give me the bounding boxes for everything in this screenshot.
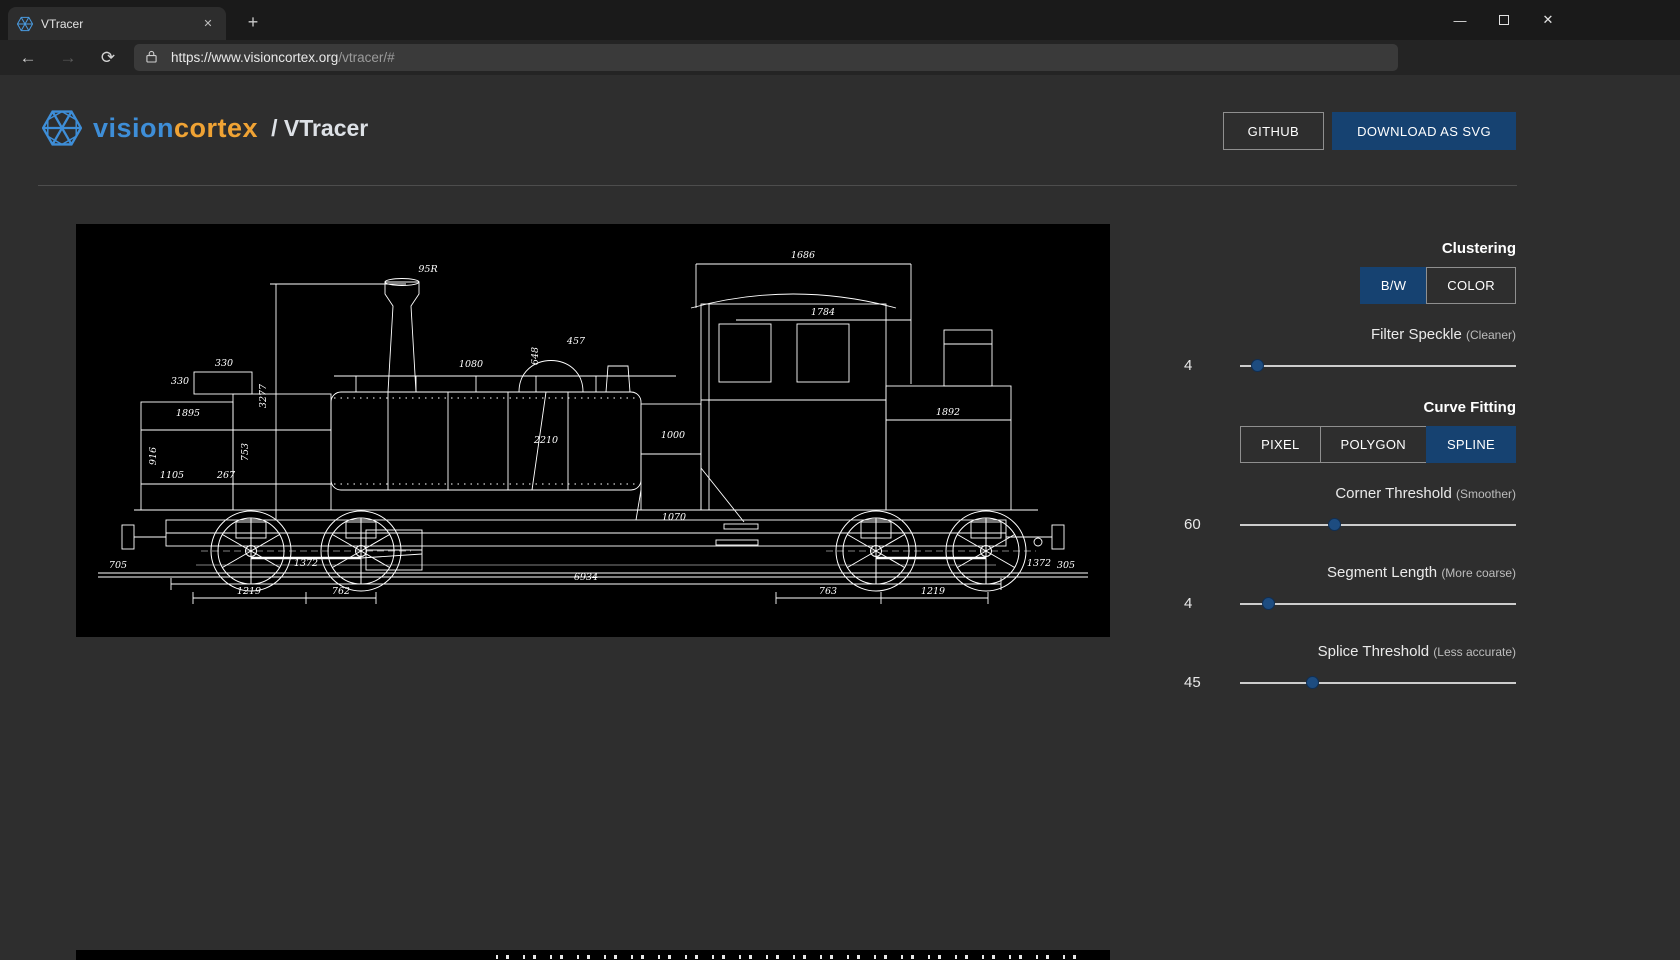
wordmark[interactable]: visioncortex: [93, 113, 258, 144]
segment-length-value: 4: [1184, 595, 1192, 612]
vtracer-page: visioncortex / VTracer GITHUB DOWNLOAD A…: [0, 75, 1680, 960]
clustering-mode-group: B/W COLOR: [1180, 267, 1516, 304]
window-controls: — ✕: [1438, 0, 1570, 40]
github-button[interactable]: GITHUB: [1223, 112, 1325, 150]
header-divider: [38, 185, 1517, 186]
settings-panel: Clustering B/W COLOR Filter Speckle (Cle…: [1180, 240, 1516, 700]
svg-text:763: 763: [819, 586, 837, 597]
splice-threshold-label-text: Splice Threshold: [1318, 643, 1429, 660]
page-title: / VTracer: [271, 115, 368, 142]
corner-threshold-track[interactable]: [1240, 524, 1516, 526]
curve-polygon-button[interactable]: POLYGON: [1320, 426, 1427, 463]
filter-speckle-label-text: Filter Speckle: [1371, 326, 1462, 343]
clustering-bw-button[interactable]: B/W: [1360, 267, 1427, 304]
new-tab-button[interactable]: +: [240, 9, 266, 35]
wordmark-cortex: cortex: [174, 113, 258, 143]
browser-navbar: ← → ⟳ https://www.visioncortex.org/vtrac…: [0, 40, 1680, 75]
svg-text:705: 705: [109, 560, 127, 571]
svg-text:457: 457: [566, 336, 586, 347]
curve-spline-button[interactable]: SPLINE: [1426, 426, 1516, 463]
svg-text:330: 330: [171, 376, 189, 387]
vtracer-favicon-icon: [17, 16, 33, 32]
svg-text:1000: 1000: [661, 430, 685, 441]
url-host: https://www.visioncortex.org: [171, 50, 338, 65]
source-image-canvas[interactable]: 95R 3277 1080 648 457 1686 1784 330 330 1895 916 75…: [76, 224, 1110, 637]
corner-threshold-label-text: Corner Threshold: [1335, 485, 1451, 502]
wordmark-vision: vision: [93, 113, 174, 143]
splice-threshold-value: 45: [1184, 674, 1201, 691]
splice-threshold-label: Splice Threshold (Less accurate): [1180, 643, 1516, 660]
corner-threshold-label: Corner Threshold (Smoother): [1180, 485, 1516, 502]
svg-text:1080: 1080: [459, 359, 483, 370]
svg-text:2210: 2210: [533, 435, 558, 446]
url-bar[interactable]: https://www.visioncortex.org/vtracer/#: [134, 44, 1398, 71]
svg-text:3277: 3277: [258, 383, 269, 408]
segment-length-hint: (More coarse): [1441, 566, 1516, 580]
svg-text:1892: 1892: [936, 407, 960, 418]
url-path: /vtracer/#: [338, 50, 394, 65]
locomotive-blueprint-image: 95R 3277 1080 648 457 1686 1784 330 330 1895 916 75…: [76, 224, 1110, 637]
curve-fitting-title: Curve Fitting: [1180, 399, 1516, 416]
tab-close-icon[interactable]: ✕: [199, 15, 217, 33]
curve-fitting-mode-group: PIXEL POLYGON SPLINE: [1180, 426, 1516, 463]
clustering-title: Clustering: [1180, 240, 1516, 257]
browser-tab-strip: VTracer ✕ + — ✕: [0, 0, 1680, 40]
curve-pixel-button[interactable]: PIXEL: [1240, 426, 1320, 463]
svg-text:762: 762: [332, 586, 350, 597]
refresh-button[interactable]: ⟳: [88, 48, 128, 68]
browser-tab[interactable]: VTracer ✕: [8, 7, 226, 40]
svg-output-preview-partial: [76, 950, 1110, 960]
corner-threshold-thumb[interactable]: [1328, 518, 1341, 531]
svg-text:1219: 1219: [921, 586, 945, 597]
svg-text:1070: 1070: [662, 512, 686, 523]
svg-text:305: 305: [1057, 560, 1075, 571]
close-button[interactable]: ✕: [1526, 0, 1570, 40]
filter-speckle-track[interactable]: [1240, 365, 1516, 367]
svg-text:1372: 1372: [1027, 558, 1051, 569]
visioncortex-logo-icon[interactable]: [42, 108, 82, 148]
corner-threshold-hint: (Smoother): [1456, 487, 1516, 501]
svg-text:1784: 1784: [811, 307, 835, 318]
maximize-icon: [1499, 15, 1509, 25]
filter-speckle-slider: 4: [1180, 349, 1516, 383]
splice-threshold-slider: 45: [1180, 666, 1516, 700]
svg-text:330: 330: [215, 358, 233, 369]
filter-speckle-thumb[interactable]: [1251, 359, 1264, 372]
splice-threshold-hint: (Less accurate): [1433, 645, 1516, 659]
site-header: visioncortex / VTracer: [42, 108, 368, 148]
svg-text:1372: 1372: [294, 558, 318, 569]
svg-text:648: 648: [530, 347, 541, 365]
svg-output-preview-marks: [496, 955, 1086, 959]
filter-speckle-value: 4: [1184, 357, 1192, 374]
splice-threshold-track[interactable]: [1240, 682, 1516, 684]
segment-length-thumb[interactable]: [1262, 597, 1275, 610]
svg-text:1686: 1686: [791, 250, 815, 261]
header-buttons: GITHUB DOWNLOAD AS SVG: [1223, 112, 1516, 150]
corner-threshold-value: 60: [1184, 516, 1201, 533]
svg-text:916: 916: [148, 447, 159, 465]
tab-title: VTracer: [41, 17, 191, 31]
segment-length-slider: 4: [1180, 587, 1516, 621]
svg-text:1219: 1219: [237, 586, 261, 597]
minimize-button[interactable]: —: [1438, 0, 1482, 40]
svg-text:267: 267: [216, 470, 236, 481]
maximize-button[interactable]: [1482, 0, 1526, 40]
filter-speckle-hint: (Cleaner): [1466, 328, 1516, 342]
filter-speckle-label: Filter Speckle (Cleaner): [1180, 326, 1516, 343]
segment-length-label: Segment Length (More coarse): [1180, 564, 1516, 581]
corner-threshold-slider: 60: [1180, 508, 1516, 542]
svg-text:6934: 6934: [574, 572, 598, 583]
back-button[interactable]: ←: [8, 48, 48, 68]
clustering-color-button[interactable]: COLOR: [1426, 267, 1516, 304]
download-svg-button[interactable]: DOWNLOAD AS SVG: [1332, 112, 1516, 150]
svg-text:753: 753: [240, 443, 251, 461]
splice-threshold-thumb[interactable]: [1306, 676, 1319, 689]
svg-text:1105: 1105: [160, 470, 184, 481]
svg-text:95R: 95R: [418, 264, 437, 275]
forward-button: →: [48, 48, 88, 68]
svg-text:1895: 1895: [176, 408, 200, 419]
segment-length-track[interactable]: [1240, 603, 1516, 605]
segment-length-label-text: Segment Length: [1327, 564, 1437, 581]
lock-icon: [146, 50, 162, 66]
